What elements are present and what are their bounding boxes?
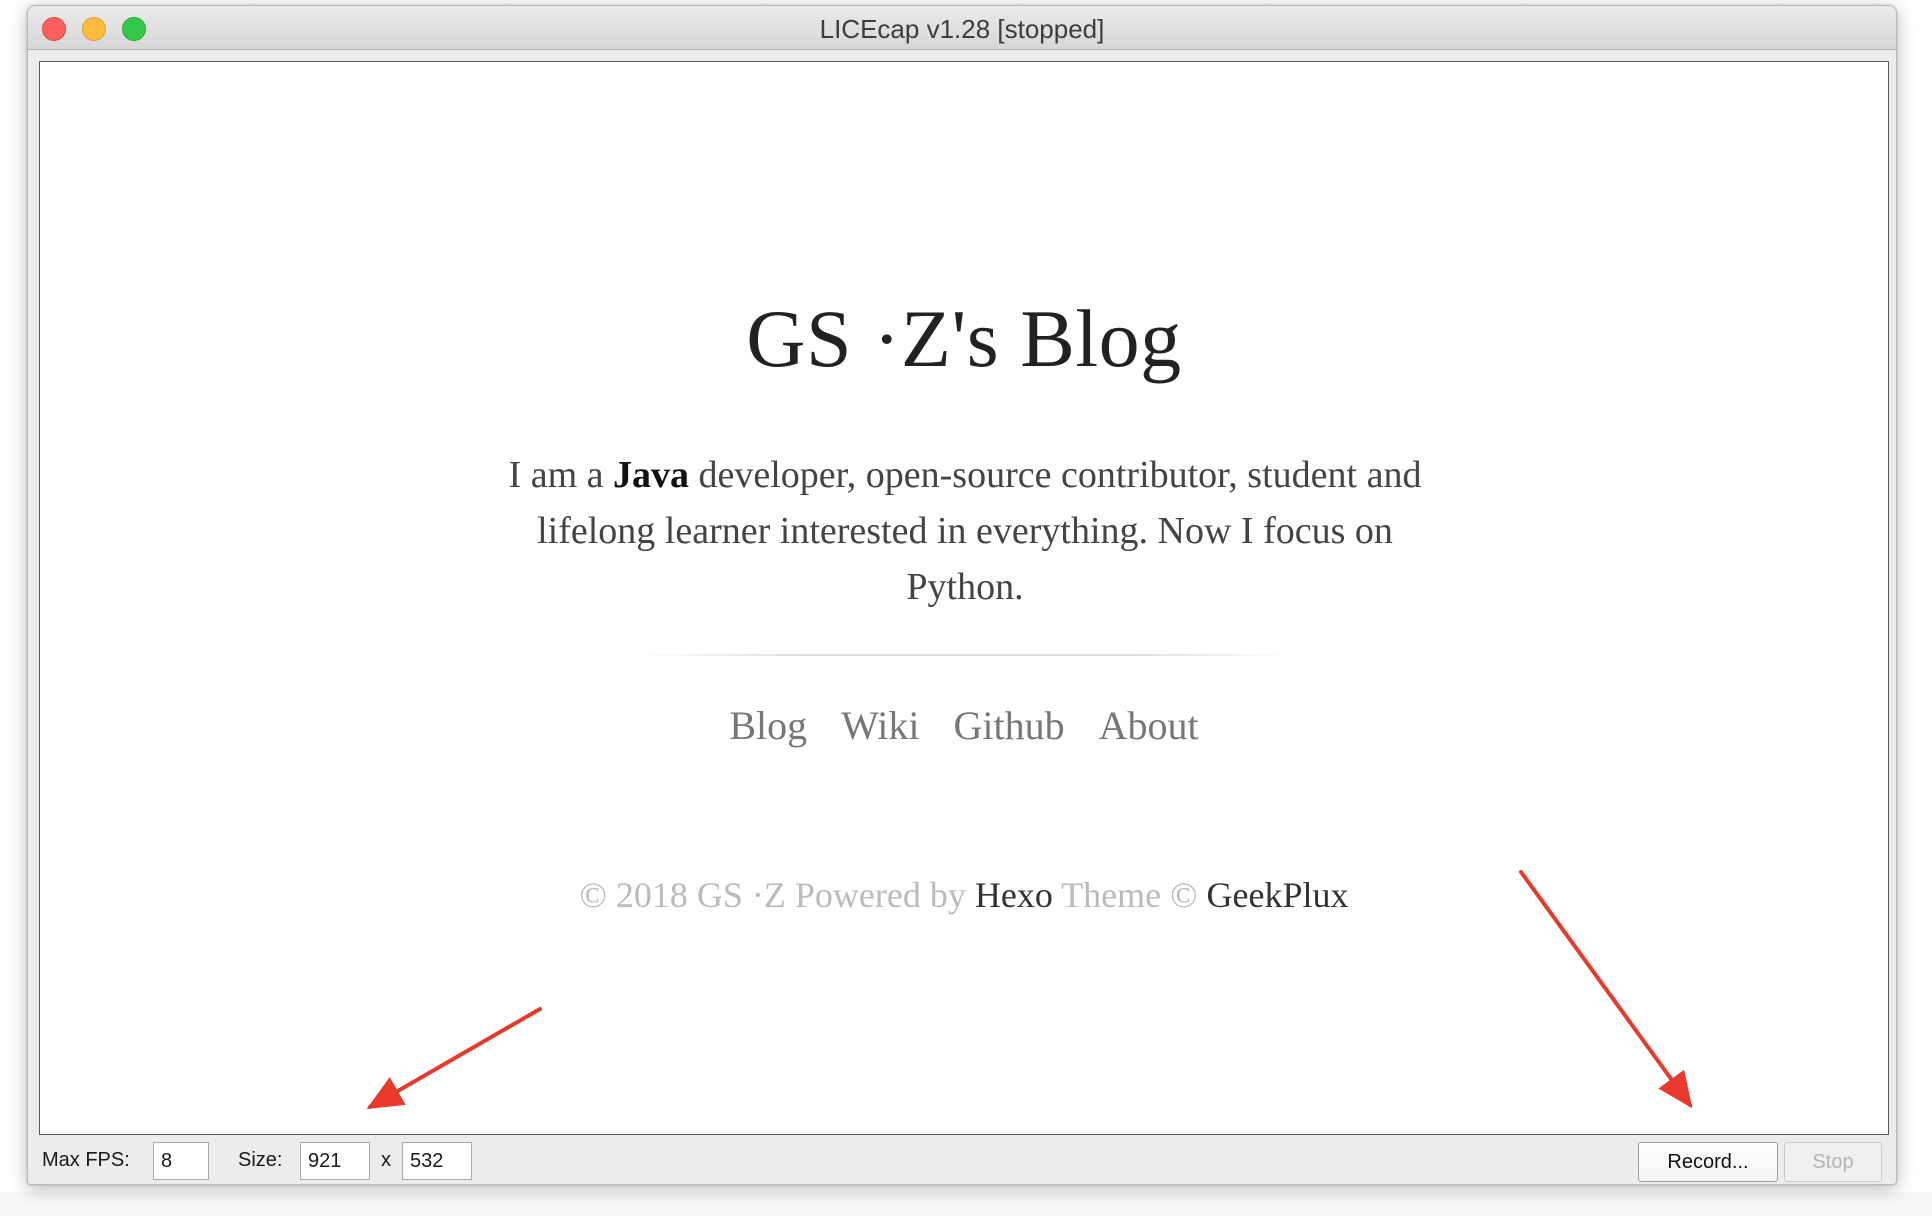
- footer-prefix: © 2018 GS ·Z Powered by: [579, 875, 975, 915]
- max-fps-label: Max FPS:: [42, 1149, 130, 1171]
- height-input[interactable]: 532: [402, 1142, 472, 1180]
- width-input[interactable]: 921: [300, 1142, 370, 1180]
- description-line3: Python.: [906, 566, 1024, 608]
- blog-footer: © 2018 GS ·Z Powered by Hexo Theme © Gee…: [40, 874, 1888, 916]
- description-prefix: I am a: [508, 454, 613, 496]
- licecap-window: LICEcap v1.28 [stopped] GS ·Z's Blog I a…: [27, 5, 1897, 1185]
- divider: [640, 654, 1290, 656]
- description-line2: lifelong learner interested in everythin…: [537, 510, 1393, 552]
- control-bar: Max FPS: 8 Size: 921 x 532 Record... Sto…: [28, 1136, 1896, 1184]
- capture-area: GS ·Z's Blog I am a Java developer, open…: [39, 61, 1889, 1135]
- bottom-strip: [0, 1192, 1932, 1216]
- size-label: Size:: [238, 1149, 283, 1171]
- max-fps-input[interactable]: 8: [153, 1142, 209, 1180]
- description-java: Java: [613, 454, 689, 496]
- nav-link-blog[interactable]: Blog: [729, 703, 807, 748]
- blog-nav: Blog Wiki Github About: [40, 702, 1888, 749]
- blog-title: GS ·Z's Blog: [746, 293, 1182, 384]
- nav-link-github[interactable]: Github: [954, 703, 1065, 748]
- zoom-icon[interactable]: [122, 17, 146, 41]
- nav-link-wiki[interactable]: Wiki: [841, 703, 919, 748]
- minimize-icon[interactable]: [82, 17, 106, 41]
- record-button[interactable]: Record...: [1638, 1142, 1778, 1182]
- window-title: LICEcap v1.28 [stopped]: [819, 14, 1105, 44]
- nav-link-about[interactable]: About: [1099, 703, 1199, 748]
- stop-button: Stop: [1784, 1142, 1882, 1182]
- footer-middle: Theme ©: [1052, 875, 1207, 915]
- close-icon[interactable]: [42, 17, 66, 41]
- footer-link-geekplux[interactable]: GeekPlux: [1206, 875, 1348, 915]
- footer-link-hexo[interactable]: Hexo: [975, 875, 1053, 915]
- size-times-label: x: [381, 1149, 391, 1171]
- title-bar[interactable]: LICEcap v1.28 [stopped]: [28, 6, 1896, 50]
- description-line1: developer, open-source contributor, stud…: [689, 454, 1422, 496]
- blog-description: I am a Java developer, open-source contr…: [425, 447, 1505, 615]
